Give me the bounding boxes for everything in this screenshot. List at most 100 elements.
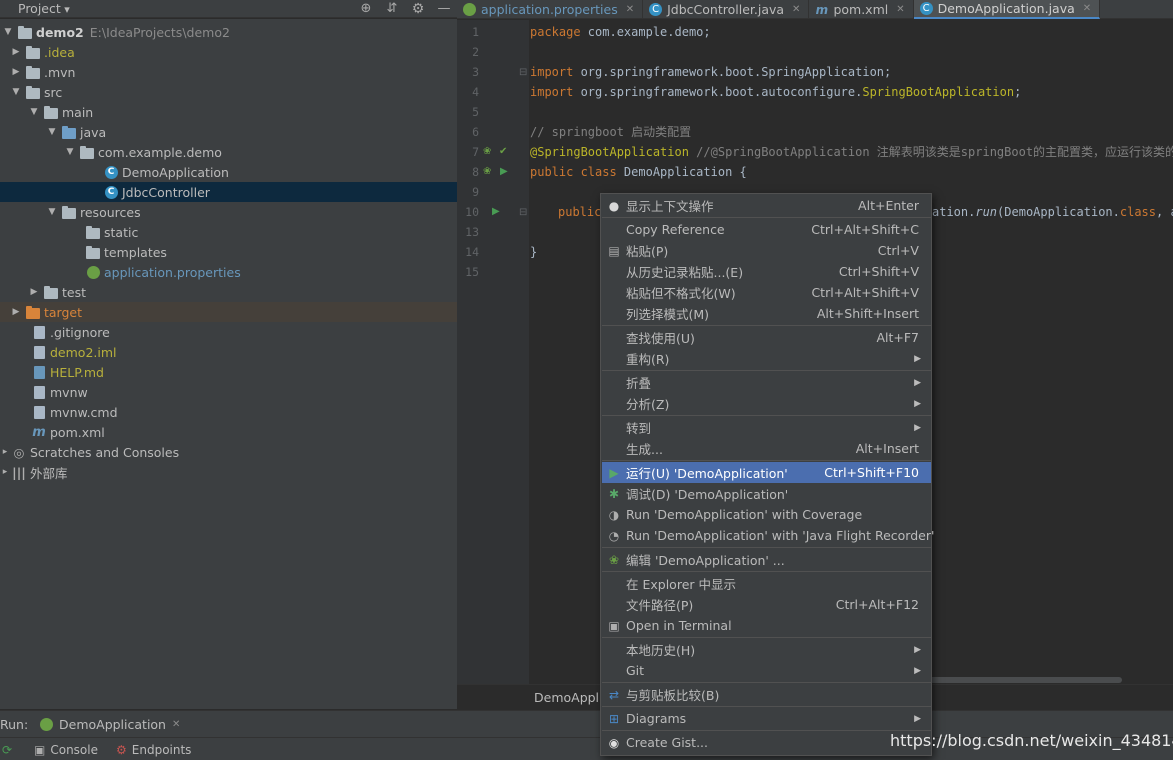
code-keyword: package: [530, 25, 581, 39]
tree-item-static[interactable]: static: [0, 222, 457, 242]
code-line-10-end[interactable]: ation.run(DemoApplication.class, ar: [932, 202, 1173, 222]
tab-console[interactable]: ▣ Console: [34, 743, 98, 757]
tree-item-jdbccontroller[interactable]: C JdbcController: [0, 182, 457, 202]
tree-item-demo2[interactable]: ▼ demo2 E:\IdeaProjects\demo2: [0, 22, 457, 42]
menu-item-show-context-actions[interactable]: ● 显示上下文操作 Alt+Enter: [602, 195, 931, 216]
tree-item-mvnw[interactable]: mvnw: [0, 382, 457, 402]
close-icon[interactable]: ✕: [626, 4, 634, 15]
tree-item-src[interactable]: ▼ src: [0, 82, 457, 102]
tree-item-demo2-iml[interactable]: demo2.iml: [0, 342, 457, 362]
tab-jdbccontroller[interactable]: C JdbcController.java ✕: [643, 0, 810, 19]
menu-item-goto[interactable]: 转到 ▶: [602, 417, 931, 438]
code-line-10-start[interactable]: public: [558, 202, 601, 222]
spring-bean-icon[interactable]: ❀: [483, 166, 491, 177]
fold-marker-icon[interactable]: ⊟: [519, 207, 527, 218]
tree-item-idea[interactable]: ▶ .idea: [0, 42, 457, 62]
locate-icon[interactable]: ⊕: [353, 1, 379, 16]
chevron-right-icon[interactable]: ▶: [10, 307, 22, 317]
tree-item-test[interactable]: ▶ test: [0, 282, 457, 302]
menu-item-generate[interactable]: 生成... Alt+Insert: [602, 438, 931, 459]
project-view-dropdown[interactable]: Project: [0, 1, 353, 16]
menu-item-diagrams[interactable]: ⊞ Diagrams ▶: [602, 708, 931, 729]
menu-item-paste[interactable]: ▤ 粘贴(P) Ctrl+V: [602, 240, 931, 261]
run-tab[interactable]: DemoApplication ✕: [40, 717, 180, 732]
menu-item-refactor[interactable]: 重构(R) ▶: [602, 348, 931, 369]
gear-icon[interactable]: ⚙: [405, 1, 431, 17]
tab-demoapplication[interactable]: C DemoApplication.java ✕: [913, 0, 1101, 19]
close-icon[interactable]: ✕: [1083, 3, 1091, 14]
maven-icon: m: [32, 424, 46, 440]
chevron-down-icon[interactable]: ▼: [64, 147, 76, 157]
tree-item-label: main: [62, 104, 94, 120]
tree-item-external-libraries[interactable]: ▸ ||| 外部库: [0, 462, 457, 482]
tree-item-main[interactable]: ▼ main: [0, 102, 457, 122]
tree-item-pom-xml[interactable]: m pom.xml: [0, 422, 457, 442]
menu-item-edit-configuration[interactable]: ❀ 编辑 'DemoApplication' ...: [602, 549, 931, 570]
tab-endpoints[interactable]: ⚙ Endpoints: [116, 743, 191, 757]
chevron-down-icon[interactable]: ▼: [28, 107, 40, 117]
menu-item-analyze[interactable]: 分析(Z) ▶: [602, 393, 931, 414]
chevron-down-icon[interactable]: ▼: [46, 207, 58, 217]
code-line-1[interactable]: package com.example.demo;: [530, 22, 711, 42]
collapse-icon[interactable]: ⇵: [379, 1, 405, 16]
menu-item-show-in-explorer[interactable]: 在 Explorer 中显示: [602, 573, 931, 594]
menu-item-run-with-coverage[interactable]: ◑ Run 'DemoApplication' with Coverage: [602, 504, 931, 525]
menu-item-file-path[interactable]: 文件路径(P) Ctrl+Alt+F12: [602, 594, 931, 615]
tree-item-package[interactable]: ▼ com.example.demo: [0, 142, 457, 162]
tab-pom-xml[interactable]: m pom.xml ✕: [809, 0, 914, 19]
chevron-down-icon[interactable]: ▼: [10, 87, 22, 97]
chevron-right-icon[interactable]: ▶: [10, 47, 22, 57]
chevron-right-icon[interactable]: ▶: [28, 287, 40, 297]
menu-item-debug[interactable]: ✱ 调试(D) 'DemoApplication': [602, 483, 931, 504]
menu-item-git[interactable]: Git ▶: [602, 660, 931, 681]
tree-item-templates[interactable]: templates: [0, 242, 457, 262]
run-gutter-icon[interactable]: ▶: [500, 166, 508, 177]
menu-item-find-usages[interactable]: 查找使用(U) Alt+F7: [602, 327, 931, 348]
tree-item-application-properties[interactable]: application.properties: [0, 262, 457, 282]
tree-item-target[interactable]: ▶ target: [0, 302, 457, 322]
menu-item-run[interactable]: ▶ 运行(U) 'DemoApplication' Ctrl+Shift+F10: [602, 462, 931, 483]
code-line-14[interactable]: }: [530, 242, 537, 262]
spring-bean-icon[interactable]: ❀: [483, 146, 491, 157]
tree-item-resources[interactable]: ▼ resources: [0, 202, 457, 222]
menu-item-open-in-terminal[interactable]: ▣ Open in Terminal: [602, 615, 931, 636]
tab-application-properties[interactable]: application.properties ✕: [457, 0, 644, 19]
chevron-right-icon[interactable]: ▸: [2, 447, 8, 457]
chevron-right-icon[interactable]: ▶: [10, 67, 22, 77]
close-icon[interactable]: ✕: [896, 4, 904, 15]
tree-item-scratches[interactable]: ▸ ◎ Scratches and Consoles: [0, 442, 457, 462]
code-line-3[interactable]: import org.springframework.boot.SpringAp…: [530, 62, 891, 82]
tree-item-help-md[interactable]: HELP.md: [0, 362, 457, 382]
close-icon[interactable]: ✕: [172, 719, 180, 730]
menu-item-paste-from-history[interactable]: 从历史记录粘贴...(E) Ctrl+Shift+V: [602, 261, 931, 282]
menu-item-run-with-jfr[interactable]: ◔ Run 'DemoApplication' with 'Java Flight…: [602, 525, 935, 546]
menu-item-create-gist[interactable]: ◉ Create Gist...: [602, 732, 931, 753]
code-line-8[interactable]: public class DemoApplication {: [530, 162, 747, 182]
close-icon[interactable]: ✕: [792, 4, 800, 15]
code-line-7[interactable]: @SpringBootApplication //@SpringBootAppl…: [530, 142, 1173, 162]
breadcrumb-item[interactable]: DemoAppli: [534, 690, 603, 705]
tree-item-java[interactable]: ▼ java: [0, 122, 457, 142]
menu-item-local-history[interactable]: 本地历史(H) ▶: [602, 639, 931, 660]
chevron-down-icon[interactable]: ▼: [46, 127, 58, 137]
menu-item-paste-without-formatting[interactable]: 粘贴但不格式化(W) Ctrl+Alt+Shift+V: [602, 282, 931, 303]
line-number: 13: [465, 225, 479, 239]
tree-item-mvn[interactable]: ▶ .mvn: [0, 62, 457, 82]
tree-item-gitignore[interactable]: .gitignore: [0, 322, 457, 342]
code-line-6[interactable]: // springboot 启动类配置: [530, 122, 691, 142]
fold-marker-icon[interactable]: ⊟: [519, 67, 527, 78]
rerun-icon[interactable]: ⟳: [2, 743, 12, 757]
menu-item-column-selection[interactable]: 列选择模式(M) Alt+Shift+Insert: [602, 303, 931, 324]
menu-item-folding[interactable]: 折叠 ▶: [602, 372, 931, 393]
menu-item-copy-reference[interactable]: Copy Reference Ctrl+Alt+Shift+C: [602, 219, 931, 240]
run-gutter-icon[interactable]: ▶: [492, 206, 500, 217]
minimize-icon[interactable]: —: [431, 1, 457, 16]
chevron-down-icon[interactable]: ▼: [2, 27, 14, 37]
menu-item-shortcut: Alt+Insert: [855, 441, 919, 456]
chevron-right-icon[interactable]: ▸: [2, 467, 8, 477]
tree-item-label: HELP.md: [50, 364, 104, 380]
menu-item-compare-with-clipboard[interactable]: ⇄ 与剪贴板比较(B): [602, 684, 931, 705]
tree-item-demoapplication[interactable]: C DemoApplication: [0, 162, 457, 182]
code-line-4[interactable]: import org.springframework.boot.autoconf…: [530, 82, 1021, 102]
tree-item-mvnw-cmd[interactable]: mvnw.cmd: [0, 402, 457, 422]
